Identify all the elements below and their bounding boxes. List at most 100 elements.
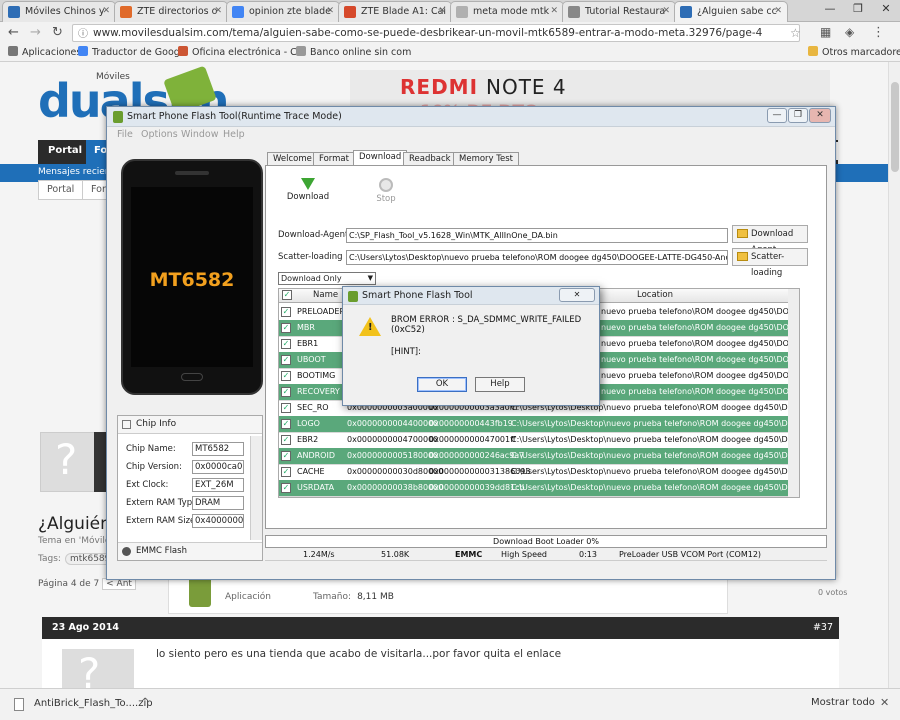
- partition-checkbox[interactable]: ✓: [281, 419, 291, 429]
- partition-row[interactable]: ✓ USRDATA 0x00000000038b80000 0x00000000039…: [279, 480, 799, 497]
- close-tab-icon[interactable]: ✕: [214, 2, 222, 21]
- partition-checkbox[interactable]: ✓: [281, 467, 291, 477]
- partition-checkbox[interactable]: ✓: [281, 435, 291, 445]
- page-scrollbar[interactable]: [888, 62, 900, 688]
- partition-name: UBOOT: [297, 355, 326, 364]
- partition-checkbox[interactable]: ✓: [281, 403, 291, 413]
- partition-checkbox[interactable]: ✓: [281, 451, 291, 461]
- site-favicon-icon: [8, 6, 20, 18]
- bookmark-star-icon[interactable]: ☆: [790, 26, 801, 40]
- partition-location: C:\Users\Lytos\Desktop\nuevo prueba tele…: [511, 419, 800, 428]
- partition-row[interactable]: ✓ ANDROID 0x0000000005180000 0x000000000246…: [279, 448, 799, 465]
- close-tab-icon[interactable]: ✕: [662, 2, 670, 21]
- maximize-icon[interactable]: ❐: [788, 108, 808, 123]
- chip-info-scrollbar[interactable]: [250, 436, 262, 540]
- thread-title: ¿Alguién: [38, 514, 111, 534]
- download-button[interactable]: Download: [284, 178, 332, 202]
- url-field[interactable]: ⓘ www.movilesdualsim.com/tema/alguien-sab…: [72, 24, 800, 42]
- other-bookmarks[interactable]: Otros marcadores: [808, 46, 900, 58]
- minimize-icon[interactable]: —: [816, 0, 844, 20]
- bookmark-banco[interactable]: Banco online sin com: [296, 46, 411, 58]
- votes-count: 0 votos: [818, 588, 848, 597]
- forward-arrow-icon[interactable]: →: [30, 25, 41, 40]
- scatter-loading-button[interactable]: Scatter-loading: [732, 248, 808, 278]
- browser-tab[interactable]: ZTE Blade A1: Cai ✕: [338, 1, 452, 22]
- browser-tab-active[interactable]: ¿Alguien sabe cc ✕: [674, 1, 788, 22]
- partition-checkbox[interactable]: ✓: [281, 355, 291, 365]
- nav-portal[interactable]: Portal: [48, 145, 82, 156]
- close-tab-icon[interactable]: ✕: [102, 2, 110, 21]
- menu-help[interactable]: Help: [223, 129, 245, 140]
- dialog-titlebar[interactable]: Smart Phone Flash Tool ✕: [343, 287, 599, 305]
- download-arrow-icon: [301, 178, 315, 190]
- chevron-up-icon[interactable]: ^: [141, 697, 149, 708]
- partition-checkbox[interactable]: ✓: [281, 339, 291, 349]
- back-arrow-icon[interactable]: ←: [8, 25, 19, 40]
- tab-download[interactable]: Download: [353, 150, 408, 166]
- menu-icon[interactable]: ⋮: [872, 25, 885, 40]
- menu-options[interactable]: Options: [141, 129, 178, 140]
- extension-icon[interactable]: ▦: [820, 25, 831, 39]
- avatar[interactable]: ?: [62, 649, 134, 688]
- help-button[interactable]: Help: [475, 377, 525, 392]
- extension-icon[interactable]: ◈: [845, 25, 854, 39]
- show-all-button[interactable]: Mostrar todo: [811, 697, 875, 708]
- partition-row[interactable]: ✓ LOGO 0x0000000004400000 0x00000000443fb19…: [279, 416, 800, 433]
- partition-name: ANDROID: [297, 451, 335, 460]
- bookmark-apps[interactable]: Aplicaciones: [8, 46, 81, 58]
- partition-checkbox[interactable]: ✓: [281, 307, 291, 317]
- bookmark-oficina[interactable]: Oficina electrónica - C: [178, 46, 297, 58]
- close-tab-icon[interactable]: ✕: [326, 2, 334, 21]
- ok-button[interactable]: OK: [417, 377, 467, 392]
- select-all-checkbox[interactable]: ✓: [282, 290, 292, 300]
- flash-tool-titlebar[interactable]: Smart Phone Flash Tool(Runtime Trace Mod…: [107, 107, 835, 127]
- post-number-link[interactable]: #37: [813, 622, 833, 633]
- close-tab-icon[interactable]: ✕: [774, 2, 782, 21]
- chip-info-header[interactable]: Chip Info: [118, 416, 262, 434]
- close-icon[interactable]: ✕: [880, 696, 889, 709]
- download-agent-field[interactable]: C:\SP_Flash_Tool_v5.1628_Win\MTK_AllInOn…: [346, 228, 728, 243]
- bookmark-translate[interactable]: Traductor de Google: [78, 46, 188, 58]
- close-tab-icon[interactable]: ✕: [438, 2, 446, 21]
- browser-tab[interactable]: meta mode mtk ✕: [450, 1, 564, 22]
- partition-location: nuevo prueba telefono\ROM doogee dg450\D…: [601, 387, 800, 396]
- tab-readback[interactable]: Readback: [403, 152, 457, 166]
- breadcrumb-portal[interactable]: Portal: [38, 180, 84, 200]
- page-icon: [296, 46, 306, 56]
- partition-row[interactable]: ✓ EBR2 0x0000000004700000 0x00000000047001f…: [279, 432, 799, 449]
- tab-welcome[interactable]: Welcome: [267, 152, 318, 166]
- stop-button[interactable]: Stop: [362, 178, 410, 204]
- partition-checkbox[interactable]: ✓: [281, 323, 291, 333]
- browser-tab[interactable]: opinion zte blade ✕: [226, 1, 340, 22]
- menu-file[interactable]: File: [117, 129, 133, 140]
- post-body: [42, 639, 839, 688]
- close-dialog-icon[interactable]: ✕: [559, 288, 595, 302]
- collapse-icon: [122, 420, 131, 429]
- browser-tab[interactable]: Tutorial Restaura ✕: [562, 1, 676, 22]
- partition-checkbox[interactable]: ✓: [281, 483, 291, 493]
- post-header: 23 Ago 2014 #37: [42, 617, 839, 639]
- menu-window[interactable]: Window: [181, 129, 218, 140]
- reload-icon[interactable]: ↻: [52, 25, 63, 40]
- browser-tab[interactable]: Móviles Chinos y ✕: [2, 1, 116, 22]
- site-favicon-icon: [344, 6, 356, 18]
- scrollbar-thumb[interactable]: [891, 82, 899, 172]
- download-agent-button[interactable]: Download Agent: [732, 225, 808, 255]
- table-scrollbar[interactable]: [788, 288, 800, 498]
- minimize-icon[interactable]: —: [767, 108, 787, 123]
- tab-memory-test[interactable]: Memory Test: [453, 152, 520, 166]
- close-tab-icon[interactable]: ✕: [550, 2, 558, 21]
- close-window-icon[interactable]: ✕: [809, 108, 831, 123]
- emmc-flash-section[interactable]: EMMC Flash: [118, 542, 262, 560]
- close-window-icon[interactable]: ✕: [872, 0, 900, 20]
- partition-location: nuevo prueba telefono\ROM doogee dg450\D…: [601, 355, 800, 364]
- download-mode-select[interactable]: Download Only ▼: [278, 272, 376, 285]
- scatter-file-field[interactable]: C:\Users\Lytos\Desktop\nuevo prueba tele…: [346, 250, 728, 265]
- partition-row[interactable]: ✓ CACHE 0x00000000030d80000 0x0000000000313…: [279, 464, 799, 481]
- maximize-icon[interactable]: ❐: [844, 0, 872, 20]
- browser-tab[interactable]: ZTE directorios o ✕: [114, 1, 228, 22]
- partition-checkbox[interactable]: ✓: [281, 387, 291, 397]
- partition-checkbox[interactable]: ✓: [281, 371, 291, 381]
- tab-format[interactable]: Format: [313, 152, 355, 166]
- download-item[interactable]: AntiBrick_Flash_To....zip: [34, 698, 153, 709]
